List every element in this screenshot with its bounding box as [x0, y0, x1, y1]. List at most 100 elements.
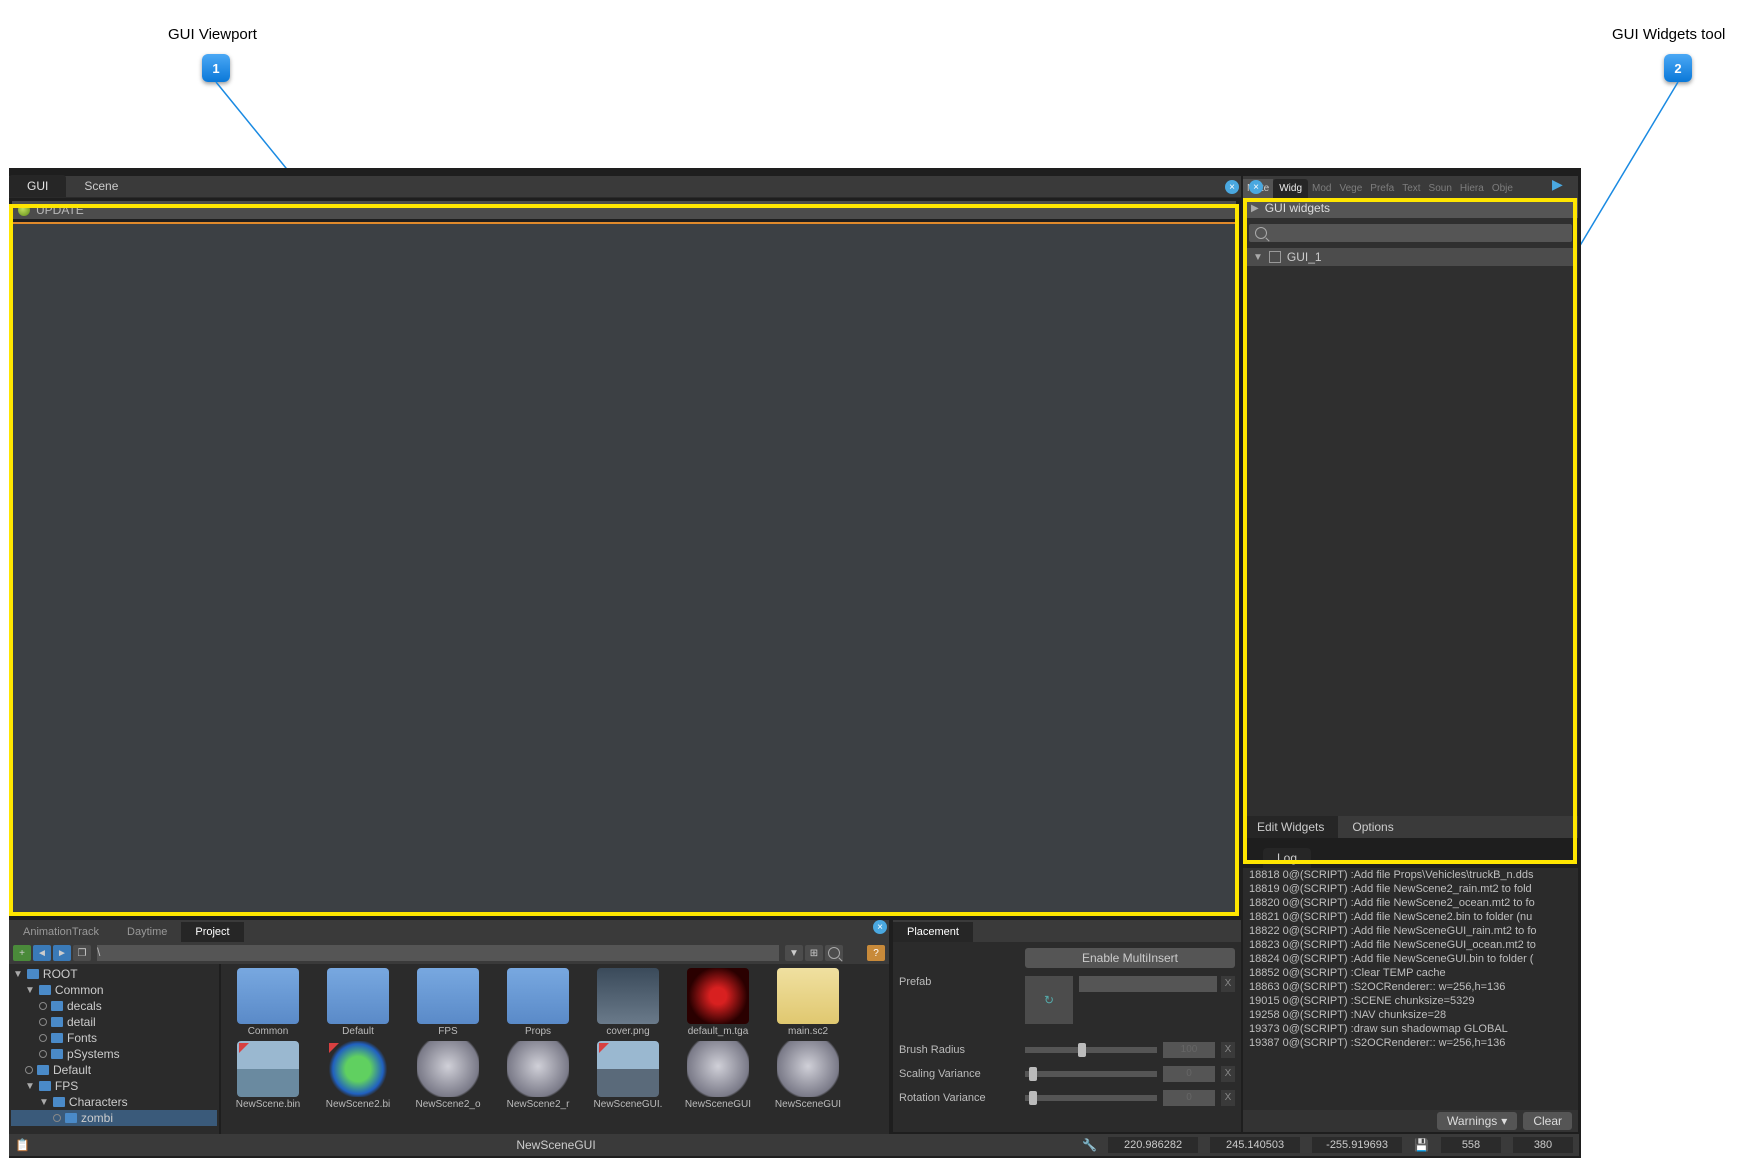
tab-scene[interactable]: Scene: [66, 175, 136, 197]
forward-button[interactable]: ►: [53, 945, 71, 961]
tab-project[interactable]: Project: [181, 922, 243, 942]
project-grid[interactable]: Common Default FPS Props cover.png defau…: [221, 964, 889, 1134]
clear-button[interactable]: Clear: [1523, 1112, 1572, 1130]
search-button[interactable]: [825, 945, 843, 961]
panel-title: GUI widgets: [1265, 201, 1330, 215]
reset-scale-button[interactable]: X: [1221, 1066, 1235, 1082]
tree-detail[interactable]: detail: [11, 1014, 217, 1030]
clear-prefab-button[interactable]: X: [1221, 976, 1235, 992]
close-right-icon[interactable]: ×: [1249, 180, 1263, 194]
update-bar[interactable]: UPDATE: [12, 201, 1236, 219]
tab-edit-widgets[interactable]: Edit Widgets: [1243, 816, 1338, 838]
status-file: NewSceneGUI: [516, 1138, 595, 1152]
grid-item[interactable]: cover.png: [585, 968, 671, 1037]
back-button[interactable]: ◄: [33, 945, 51, 961]
close-viewport-icon[interactable]: ×: [1225, 180, 1239, 194]
reset-rotation-button[interactable]: X: [1221, 1090, 1235, 1106]
rotation-variance-value[interactable]: 0: [1163, 1090, 1215, 1106]
grid-item[interactable]: NewSceneGUI.: [585, 1041, 671, 1110]
search-input[interactable]: [1273, 227, 1566, 239]
status-mem2: 380: [1513, 1137, 1573, 1153]
grid-item[interactable]: default_m.tga: [675, 968, 761, 1037]
tree-default[interactable]: Default: [11, 1062, 217, 1078]
gui-viewport[interactable]: [12, 224, 1236, 914]
tab-log[interactable]: Log: [1263, 848, 1311, 868]
add-button[interactable]: +: [13, 945, 31, 961]
chevron-right-icon[interactable]: ▶: [1251, 203, 1259, 214]
project-toolbar: + ◄ ► ❐ \ ▼ ⊞ ?: [9, 942, 889, 964]
log-line: 19258 0@(SCRIPT) :NAV chunksize=28: [1243, 1008, 1578, 1022]
brush-radius-label: Brush Radius: [899, 1044, 1019, 1056]
rotation-variance-label: Rotation Variance: [899, 1092, 1019, 1104]
widgets-search[interactable]: [1249, 224, 1572, 242]
reset-brush-button[interactable]: X: [1221, 1042, 1235, 1058]
close-project-icon[interactable]: ×: [873, 920, 887, 934]
chevron-down-icon[interactable]: ▼: [1253, 252, 1263, 263]
grid-item[interactable]: NewScene2_o: [405, 1041, 491, 1110]
grid-item[interactable]: Common: [225, 968, 311, 1037]
grid-item[interactable]: NewScene.bin: [225, 1041, 311, 1110]
search-icon: [1255, 227, 1267, 239]
tree-psystems[interactable]: pSystems: [11, 1046, 217, 1062]
tab-hiera[interactable]: Hiera: [1456, 179, 1488, 198]
tab-daytime[interactable]: Daytime: [113, 922, 181, 942]
prefab-label: Prefab: [899, 976, 1019, 988]
brush-radius-value[interactable]: 100: [1163, 1042, 1215, 1058]
log-line: 18818 0@(SCRIPT) :Add file Props\Vehicle…: [1243, 868, 1578, 882]
tab-vege[interactable]: Vege: [1335, 179, 1366, 198]
tab-soun[interactable]: Soun: [1425, 179, 1456, 198]
tab-obje[interactable]: Obje: [1488, 179, 1517, 198]
grid-item[interactable]: NewScene2_r: [495, 1041, 581, 1110]
log-line: 19015 0@(SCRIPT) :SCENE chunksize=5329: [1243, 994, 1578, 1008]
tab-prefa[interactable]: Prefa: [1366, 179, 1398, 198]
tab-mod[interactable]: Mod: [1308, 179, 1335, 198]
right-sub-tabs: Edit Widgets Options: [1243, 816, 1578, 838]
grid-item[interactable]: NewSceneGUI: [675, 1041, 761, 1110]
grid-item[interactable]: Props: [495, 968, 581, 1037]
brush-radius-slider[interactable]: [1025, 1047, 1157, 1053]
tab-gui[interactable]: GUI: [9, 175, 66, 197]
status-z: -255.919693: [1312, 1137, 1402, 1153]
tab-animation-track[interactable]: AnimationTrack: [9, 922, 113, 942]
grid-item[interactable]: Default: [315, 968, 401, 1037]
enable-multiinsert-button[interactable]: Enable MultiInsert: [1025, 948, 1235, 968]
log-line: 18820 0@(SCRIPT) :Add file NewScene2_oce…: [1243, 896, 1578, 910]
tree-root[interactable]: ▼ROOT: [11, 966, 217, 982]
tab-placement[interactable]: Placement: [893, 922, 973, 942]
application-window: GUI Scene × UPDATE Mate Widg Mod Vege Pr…: [9, 168, 1581, 1158]
filter-icon[interactable]: ▼: [785, 945, 803, 961]
rotation-variance-slider[interactable]: [1025, 1095, 1157, 1101]
address-bar[interactable]: \: [97, 945, 779, 961]
log-line: 18852 0@(SCRIPT) :Clear TEMP cache: [1243, 966, 1578, 980]
annotation-badge-1: 1: [202, 54, 230, 82]
tree-zombi[interactable]: zombi: [11, 1110, 217, 1126]
wrench-icon[interactable]: 🔧: [1082, 1138, 1096, 1152]
gui-widgets-panel: ▶ GUI widgets ▼ GUI_1: [1243, 198, 1578, 838]
tab-text[interactable]: Text: [1398, 179, 1424, 198]
grid-item[interactable]: NewSceneGUI: [765, 1041, 851, 1110]
warnings-button[interactable]: Warnings▾: [1437, 1112, 1517, 1130]
tree-fps[interactable]: ▼FPS: [11, 1078, 217, 1094]
scaling-variance-slider[interactable]: [1025, 1071, 1157, 1077]
grid-item[interactable]: NewScene2.bi: [315, 1041, 401, 1110]
grid-item[interactable]: main.sc2: [765, 968, 851, 1037]
tree-common[interactable]: ▼Common: [11, 982, 217, 998]
help-icon[interactable]: ?: [867, 945, 885, 961]
tree-characters[interactable]: ▼Characters: [11, 1094, 217, 1110]
copy-button[interactable]: ❐: [73, 945, 91, 961]
annotation-label-2: GUI Widgets tool: [1612, 26, 1725, 43]
prefab-field[interactable]: [1079, 976, 1217, 992]
tab-widg[interactable]: Widg: [1273, 179, 1308, 198]
scaling-variance-value[interactable]: 0: [1163, 1066, 1215, 1082]
prefab-preview[interactable]: ↻: [1025, 976, 1073, 1024]
log-panel[interactable]: 18818 0@(SCRIPT) :Add file Props\Vehicle…: [1243, 868, 1578, 1110]
tree-fonts[interactable]: Fonts: [11, 1030, 217, 1046]
panel-title-bar: ▶ GUI widgets: [1243, 198, 1578, 218]
grid-icon[interactable]: ⊞: [805, 945, 823, 961]
project-tree[interactable]: ▼ROOT ▼Common decals detail Fonts pSyste…: [9, 964, 219, 1134]
tree-decals[interactable]: decals: [11, 998, 217, 1014]
play-icon[interactable]: ▶: [1552, 176, 1563, 193]
widgets-tree-item[interactable]: ▼ GUI_1: [1247, 248, 1574, 266]
grid-item[interactable]: FPS: [405, 968, 491, 1037]
tab-options[interactable]: Options: [1338, 816, 1407, 838]
